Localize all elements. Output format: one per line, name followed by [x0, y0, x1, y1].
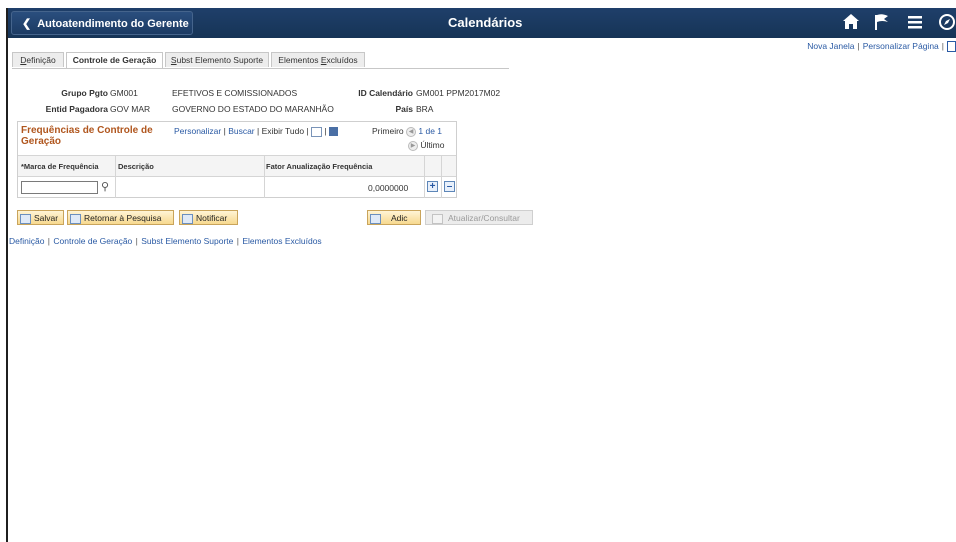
previous-icon[interactable]: ◀ — [406, 126, 417, 137]
marca-frequencia-input[interactable] — [21, 181, 98, 194]
entid-pagadora-code: GOV MAR — [110, 104, 151, 114]
next-icon[interactable]: ▶ — [408, 140, 418, 151]
lookup-icon[interactable]: ⚲ — [101, 180, 109, 193]
update-display-button: Atualizar/Consultar — [425, 210, 533, 225]
save-icon — [20, 213, 31, 224]
back-button-label: Autoatendimento do Gerente — [37, 18, 189, 30]
column-divider — [424, 155, 425, 198]
entid-pagadora-description: GOVERNO DO ESTADO DO MARANHÃO — [172, 104, 334, 114]
flag-icon[interactable] — [874, 13, 890, 37]
grupo-pgto-label: Grupo Pgto — [61, 88, 108, 98]
range-label: 1 de 1 — [418, 126, 443, 136]
page-title: Calendários — [448, 15, 523, 30]
add-row-button[interactable]: + — [427, 181, 438, 192]
column-divider — [441, 155, 442, 198]
personalize-page-link[interactable]: Personalizar Página — [863, 41, 939, 51]
grid-pagination: Primeiro ◀ 1 de 1 — [372, 126, 442, 137]
last-label: Último — [420, 140, 445, 150]
column-header-fator[interactable]: Fator Anualização Frequência — [266, 162, 372, 171]
chevron-left-icon: ❮ — [22, 18, 32, 30]
header-bar: ❮ Autoatendimento do Gerente Calendários — [8, 8, 956, 38]
column-divider — [264, 155, 265, 198]
return-search-icon — [70, 213, 81, 224]
id-calendario-value: GM001 PPM2017M02 — [416, 88, 501, 98]
first-label: Primeiro — [372, 126, 404, 136]
tab-elementos-excluidos[interactable]: Elementos Excluídos — [271, 52, 365, 67]
grid-title: Frequências de Controle de Geração — [21, 125, 153, 147]
add-icon — [370, 213, 381, 224]
entid-pagadora-label: Entid Pagadora — [45, 104, 108, 114]
column-header-descricao[interactable]: Descrição — [118, 162, 154, 171]
frequency-grid: Frequências de Controle de Geração Perso… — [17, 121, 457, 198]
column-divider — [115, 155, 116, 198]
notify-button[interactable]: Notificar — [179, 210, 238, 225]
tab-definicao[interactable]: Definição — [12, 52, 64, 67]
back-button[interactable]: ❮ Autoatendimento do Gerente — [11, 11, 193, 35]
grupo-pgto-code: GM001 — [110, 88, 138, 98]
download-icon[interactable] — [329, 127, 338, 137]
pais-value: BRA — [416, 104, 434, 114]
tab-controle-geracao[interactable]: Controle de Geração — [66, 52, 163, 68]
menu-icon[interactable] — [907, 13, 923, 37]
grid-personalize-link[interactable]: Personalizar — [174, 126, 221, 136]
tab-underline — [12, 68, 509, 69]
grid-pagination-next: ▶ Último — [408, 140, 444, 151]
footer-link-subst-elemento-suporte[interactable]: Subst Elemento Suporte — [141, 236, 233, 246]
fator-value: 0,0000000 — [368, 183, 409, 193]
footer-link-controle-geracao[interactable]: Controle de Geração — [53, 236, 132, 246]
tab-subst-elemento-suporte[interactable]: Subst Elemento Suporte — [165, 52, 269, 67]
grid-header-row: *Marca de Frequência Descrição Fator Anu… — [18, 155, 456, 177]
navbar-icon[interactable] — [938, 13, 956, 37]
footer-links: Definição | Controle de Geração | Subst … — [9, 236, 322, 246]
notify-icon — [182, 213, 193, 224]
help-icon[interactable] — [947, 41, 956, 53]
column-header-marca[interactable]: *Marca de Frequência — [21, 162, 99, 171]
home-icon[interactable] — [842, 13, 860, 37]
new-window-link[interactable]: Nova Janela — [807, 41, 854, 51]
footer-link-elementos-excluidos[interactable]: Elementos Excluídos — [242, 236, 321, 246]
grupo-pgto-description: EFETIVOS E COMISSIONADOS — [172, 88, 298, 98]
zoom-icon[interactable] — [311, 126, 323, 137]
window-border — [6, 8, 8, 542]
grid-show-all-link[interactable]: Exibir Tudo — [262, 126, 305, 136]
update-display-icon — [432, 213, 443, 224]
return-to-search-button[interactable]: Retornar à Pesquisa — [67, 210, 174, 225]
grid-toolbar: Personalizar | Buscar | Exibir Tudo | | — [174, 126, 338, 137]
id-calendario-label: ID Calendário — [358, 88, 413, 98]
page-links: Nova Janela | Personalizar Página | — [807, 41, 956, 53]
grid-find-link[interactable]: Buscar — [228, 126, 254, 136]
footer-link-definicao[interactable]: Definição — [9, 236, 44, 246]
add-button[interactable]: Adic — [367, 210, 421, 225]
pais-label: País — [395, 104, 414, 114]
delete-row-button[interactable]: – — [444, 181, 455, 192]
save-button[interactable]: Salvar — [17, 210, 64, 225]
